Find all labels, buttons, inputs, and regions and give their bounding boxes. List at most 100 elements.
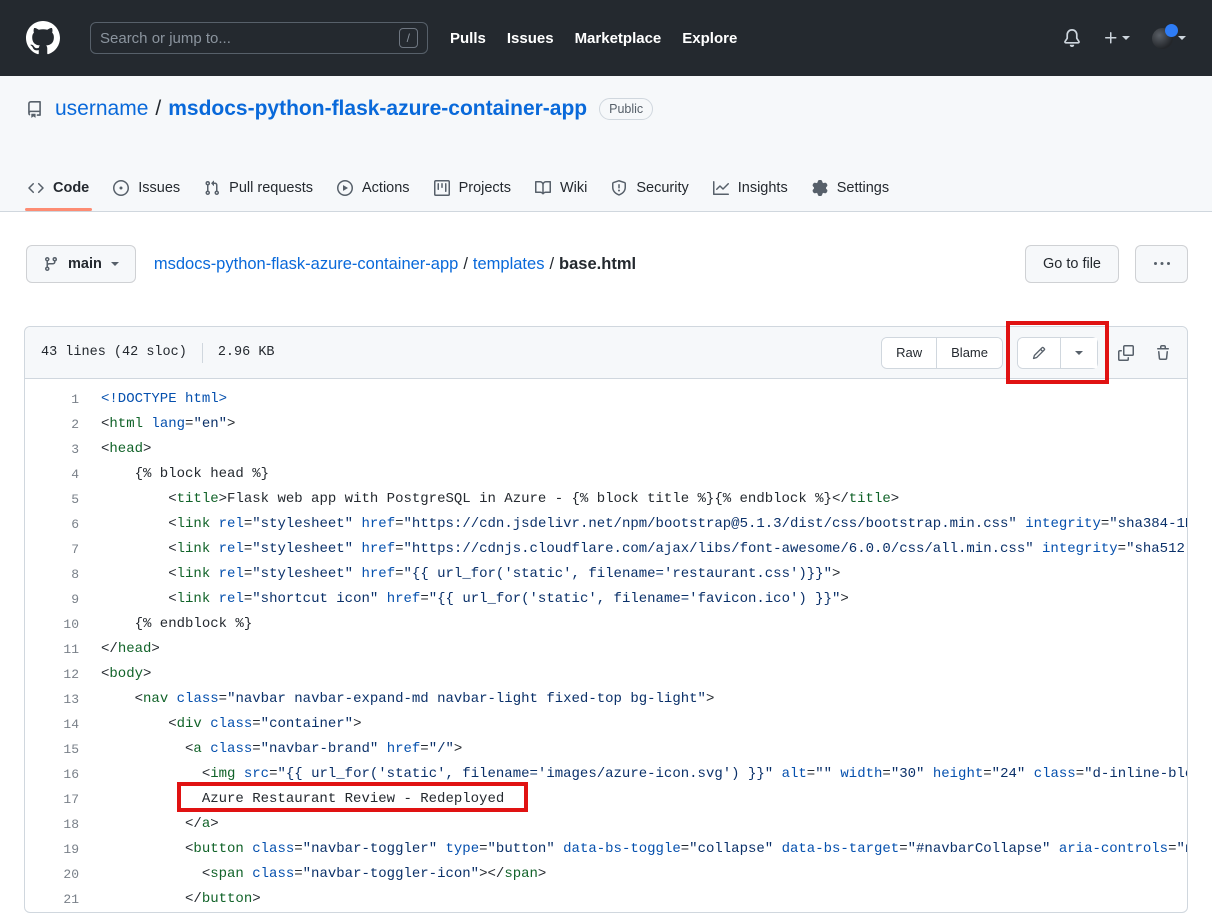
line-number[interactable]: 3 bbox=[25, 437, 101, 462]
line-number[interactable]: 7 bbox=[25, 537, 101, 562]
line-number[interactable]: 1 bbox=[25, 387, 101, 412]
line-number[interactable]: 17 bbox=[25, 787, 101, 812]
chevron-down-icon bbox=[111, 262, 119, 266]
code-line-12: 12<body> bbox=[25, 662, 1187, 687]
avatar[interactable] bbox=[1152, 28, 1173, 49]
line-number[interactable]: 20 bbox=[25, 862, 101, 887]
edit-dropdown-button[interactable] bbox=[1060, 338, 1097, 368]
notifications-bell-icon[interactable] bbox=[1063, 29, 1081, 47]
tab-code[interactable]: Code bbox=[16, 167, 101, 211]
code-line-7: 7 <link rel="stylesheet" href="https://c… bbox=[25, 537, 1187, 562]
github-logo-icon[interactable] bbox=[26, 21, 60, 55]
breadcrumb-folder-link[interactable]: templates bbox=[473, 255, 545, 273]
tab-insights[interactable]: Insights bbox=[701, 167, 800, 211]
delete-file-button[interactable] bbox=[1155, 345, 1171, 361]
code-text: <title>Flask web app with PostgreSQL in … bbox=[101, 487, 1187, 512]
line-number[interactable]: 18 bbox=[25, 812, 101, 837]
code-text: {% block head %} bbox=[101, 462, 1187, 487]
code-line-14: 14 <div class="container"> bbox=[25, 712, 1187, 737]
line-number[interactable]: 6 bbox=[25, 512, 101, 537]
code-text: <body> bbox=[101, 662, 1187, 687]
edit-file-button[interactable] bbox=[1018, 338, 1060, 368]
create-new-menu[interactable] bbox=[1103, 30, 1130, 46]
user-menu[interactable] bbox=[1152, 28, 1186, 49]
repo-owner-link[interactable]: username bbox=[55, 97, 148, 121]
file-lines-info: 43 lines (42 sloc) bbox=[41, 345, 187, 360]
code-line-16: 16 <img src="{{ url_for('static', filena… bbox=[25, 762, 1187, 787]
site-header: / Pulls Issues Marketplace Explore bbox=[0, 0, 1212, 76]
line-number[interactable]: 9 bbox=[25, 587, 101, 612]
go-to-file-button[interactable]: Go to file bbox=[1025, 245, 1119, 283]
nav-explore[interactable]: Explore bbox=[682, 30, 737, 47]
line-number[interactable]: 21 bbox=[25, 887, 101, 912]
file-info: 43 lines (42 sloc) 2.96 KB bbox=[41, 343, 275, 363]
file-size: 2.96 KB bbox=[218, 345, 275, 360]
code-line-1: 1<!DOCTYPE html> bbox=[25, 387, 1187, 412]
global-search[interactable]: / bbox=[90, 22, 428, 54]
code-text: </head> bbox=[101, 637, 1187, 662]
branch-name: main bbox=[68, 256, 102, 272]
line-number[interactable]: 12 bbox=[25, 662, 101, 687]
raw-button[interactable]: Raw bbox=[882, 338, 936, 368]
header-nav: Pulls Issues Marketplace Explore bbox=[450, 30, 737, 47]
nav-issues[interactable]: Issues bbox=[507, 30, 554, 47]
code-line-17: 17 Azure Restaurant Review - Redeployed bbox=[25, 787, 1187, 812]
tab-wiki[interactable]: Wiki bbox=[523, 167, 599, 211]
nav-marketplace[interactable]: Marketplace bbox=[575, 30, 662, 47]
tab-settings[interactable]: Settings bbox=[800, 167, 901, 211]
code-line-4: 4 {% block head %} bbox=[25, 462, 1187, 487]
edit-button-group bbox=[1017, 337, 1098, 369]
blame-button[interactable]: Blame bbox=[936, 338, 1002, 368]
tab-label: Issues bbox=[138, 180, 180, 196]
divider bbox=[202, 343, 203, 363]
tab-label: Actions bbox=[362, 180, 410, 196]
tab-issues[interactable]: Issues bbox=[101, 167, 192, 211]
repo-name-link[interactable]: msdocs-python-flask-azure-container-app bbox=[168, 97, 587, 121]
code-text: <link rel="stylesheet" href="https://cdn… bbox=[101, 512, 1187, 537]
code-text: <link rel="shortcut icon" href="{{ url_f… bbox=[101, 587, 1187, 612]
tab-label: Settings bbox=[837, 180, 889, 196]
code-line-18: 18 </a> bbox=[25, 812, 1187, 837]
git-branch-icon bbox=[43, 256, 59, 272]
tab-security[interactable]: Security bbox=[599, 167, 700, 211]
code-text: <!DOCTYPE html> bbox=[101, 387, 1187, 412]
line-number[interactable]: 16 bbox=[25, 762, 101, 787]
line-number[interactable]: 5 bbox=[25, 487, 101, 512]
chevron-down-icon bbox=[1122, 36, 1130, 40]
search-input[interactable] bbox=[100, 30, 399, 47]
line-number[interactable]: 15 bbox=[25, 737, 101, 762]
copy-file-button[interactable] bbox=[1118, 345, 1134, 361]
tab-pull-requests[interactable]: Pull requests bbox=[192, 167, 325, 211]
line-number[interactable]: 14 bbox=[25, 712, 101, 737]
chevron-down-icon bbox=[1075, 351, 1083, 355]
repo-title: username / msdocs-python-flask-azure-con… bbox=[0, 97, 1212, 121]
code-icon bbox=[28, 180, 44, 196]
repo-header: username / msdocs-python-flask-azure-con… bbox=[0, 76, 1212, 212]
line-number[interactable]: 10 bbox=[25, 612, 101, 637]
tab-label: Projects bbox=[459, 180, 511, 196]
tab-actions[interactable]: Actions bbox=[325, 167, 422, 211]
line-number[interactable]: 8 bbox=[25, 562, 101, 587]
code-text: </a> bbox=[101, 812, 1187, 837]
pencil-icon bbox=[1032, 346, 1046, 360]
graph-icon bbox=[713, 180, 729, 196]
tab-label: Insights bbox=[738, 180, 788, 196]
chevron-down-icon bbox=[1178, 36, 1186, 40]
more-options-button[interactable] bbox=[1135, 245, 1188, 283]
line-number[interactable]: 19 bbox=[25, 837, 101, 862]
code-text: <img src="{{ url_for('static', filename=… bbox=[101, 762, 1187, 787]
breadcrumb-separator: / bbox=[458, 255, 473, 273]
breadcrumb-repo-link[interactable]: msdocs-python-flask-azure-container-app bbox=[154, 255, 458, 273]
tab-projects[interactable]: Projects bbox=[422, 167, 523, 211]
code-text: <span class="navbar-toggler-icon"></span… bbox=[101, 862, 1187, 887]
nav-pulls[interactable]: Pulls bbox=[450, 30, 486, 47]
line-number[interactable]: 2 bbox=[25, 412, 101, 437]
code-text: <nav class="navbar navbar-expand-md navb… bbox=[101, 687, 1187, 712]
kebab-horizontal-icon bbox=[1154, 256, 1170, 272]
line-number[interactable]: 4 bbox=[25, 462, 101, 487]
line-number[interactable]: 13 bbox=[25, 687, 101, 712]
code-text: <head> bbox=[101, 437, 1187, 462]
line-number[interactable]: 11 bbox=[25, 637, 101, 662]
tab-label: Wiki bbox=[560, 180, 587, 196]
branch-selector-button[interactable]: main bbox=[26, 245, 136, 283]
